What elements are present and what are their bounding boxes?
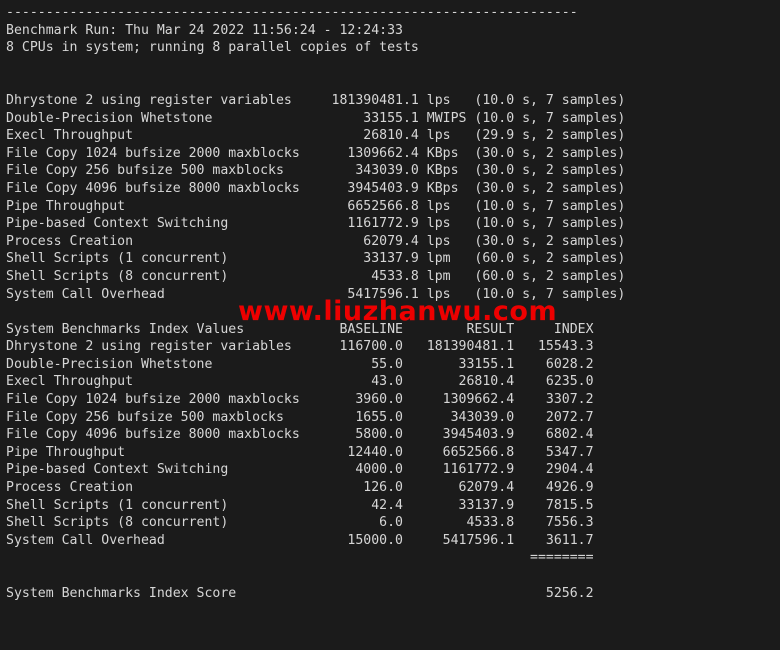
benchmark-run-line: Benchmark Run: Thu Mar 24 2022 11:56:24 … bbox=[6, 22, 780, 40]
spacer-after-header bbox=[6, 57, 780, 92]
terminal-window: ----------------------------------------… bbox=[0, 0, 780, 650]
top-separator-rule: ----------------------------------------… bbox=[6, 4, 780, 22]
raw-results-block: Dhrystone 2 using register variables 181… bbox=[6, 92, 780, 303]
spacer-before-footer bbox=[6, 602, 780, 650]
index-table-block: System Benchmarks Index Values BASELINE … bbox=[6, 321, 780, 603]
cpu-count-line: 8 CPUs in system; running 8 parallel cop… bbox=[6, 39, 780, 57]
spacer-before-index-table bbox=[6, 303, 780, 321]
